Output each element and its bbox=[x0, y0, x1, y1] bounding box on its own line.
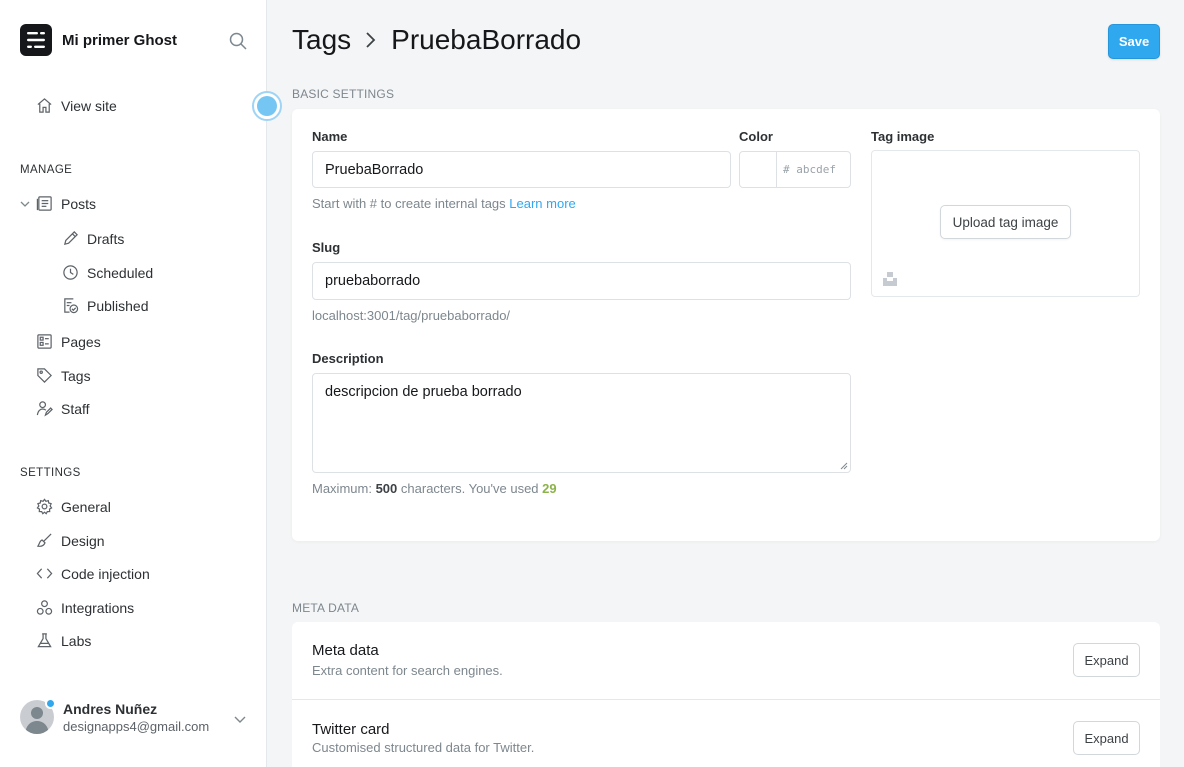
tag-icon bbox=[37, 368, 52, 383]
color-swatch[interactable] bbox=[740, 152, 777, 187]
sidebar: Mi primer Ghost View site MANAGE Posts D… bbox=[0, 0, 282, 767]
name-input[interactable]: PruebaBorrado bbox=[312, 151, 731, 188]
slug-url: localhost:3001/tag/pruebaborrado/ bbox=[312, 308, 511, 323]
basic-settings-heading: BASIC SETTINGS bbox=[292, 87, 395, 101]
user-menu[interactable]: Andres Nuñez designapps4@gmail.com bbox=[20, 698, 250, 734]
breadcrumb: Tags PruebaBorrado bbox=[292, 24, 581, 56]
nav-integrations[interactable]: Integrations bbox=[36, 599, 134, 616]
nav-scheduled-label: Scheduled bbox=[87, 264, 154, 281]
meta-row-title: Meta data bbox=[312, 642, 379, 659]
chevron-down-icon[interactable] bbox=[233, 712, 247, 726]
nav-tags-label: Tags bbox=[61, 367, 91, 384]
user-email: designapps4@gmail.com bbox=[63, 718, 210, 734]
nav-pages[interactable]: Pages bbox=[36, 333, 101, 350]
meta-data-expand-button[interactable]: Expand bbox=[1073, 643, 1140, 677]
search-icon[interactable] bbox=[229, 32, 247, 50]
meta-data-card: Meta data Extra content for search engin… bbox=[292, 622, 1160, 767]
nav-view-site-label: View site bbox=[61, 97, 117, 114]
meta-row-subtitle: Customised structured data for Twitter. bbox=[312, 740, 535, 755]
nav-staff[interactable]: Staff bbox=[36, 400, 90, 417]
staff-icon bbox=[36, 401, 53, 417]
twitter-card-expand-button[interactable]: Expand bbox=[1073, 721, 1140, 755]
meta-data-heading: META DATA bbox=[292, 601, 360, 615]
home-icon bbox=[37, 98, 52, 113]
twitter-card-row: Twitter card Customised structured data … bbox=[292, 699, 1160, 767]
name-label: Name bbox=[312, 129, 348, 144]
nav-design[interactable]: Design bbox=[36, 532, 105, 549]
brush-icon bbox=[36, 533, 52, 547]
nav-code-injection[interactable]: Code injection bbox=[36, 565, 150, 582]
nav-code-injection-label: Code injection bbox=[61, 565, 150, 582]
chevron-right-icon bbox=[366, 32, 376, 48]
nav-integrations-label: Integrations bbox=[61, 599, 135, 616]
slug-input-value: pruebaborrado bbox=[325, 273, 421, 289]
nav-pages-label: Pages bbox=[61, 333, 101, 350]
slug-label: Slug bbox=[312, 240, 341, 255]
pencil-icon bbox=[63, 231, 78, 246]
slug-input[interactable]: pruebaborrado bbox=[312, 262, 851, 300]
name-hint: Start with # to create internal tags Lea… bbox=[312, 196, 576, 211]
gear-icon bbox=[36, 498, 53, 515]
description-textarea[interactable]: descripcion de prueba borrado bbox=[312, 373, 851, 473]
nav-posts[interactable]: Posts bbox=[36, 195, 96, 212]
color-label: Color bbox=[739, 129, 773, 144]
nav-labs-label: Labs bbox=[61, 632, 92, 649]
basic-settings-card: Name PruebaBorrado Start with # to creat… bbox=[292, 109, 1160, 541]
nav-drafts[interactable]: Drafts bbox=[62, 230, 124, 247]
site-title: Mi primer Ghost bbox=[62, 31, 178, 49]
tag-image-label: Tag image bbox=[871, 129, 935, 144]
nav-staff-label: Staff bbox=[61, 400, 90, 417]
name-input-value: PruebaBorrado bbox=[325, 161, 424, 178]
upload-tag-image-button[interactable]: Upload tag image bbox=[940, 205, 1071, 239]
tag-image-dropzone[interactable]: Upload tag image bbox=[871, 150, 1140, 297]
unsplash-icon[interactable] bbox=[883, 272, 897, 286]
description-label: Description bbox=[312, 351, 384, 366]
meta-data-row: Meta data Extra content for search engin… bbox=[292, 622, 1160, 700]
code-icon bbox=[36, 568, 53, 579]
meta-row-subtitle: Extra content for search engines. bbox=[312, 663, 503, 678]
description-value: descripcion de prueba borrado bbox=[325, 384, 522, 400]
brand[interactable]: Mi primer Ghost bbox=[20, 24, 177, 56]
nav-drafts-label: Drafts bbox=[87, 230, 125, 247]
integrations-icon bbox=[36, 600, 53, 615]
learn-more-link[interactable]: Learn more bbox=[509, 196, 575, 211]
published-icon bbox=[64, 298, 79, 314]
resize-handle-icon[interactable] bbox=[840, 462, 848, 470]
flask-icon bbox=[37, 633, 52, 648]
ghost-logo-icon bbox=[20, 24, 52, 56]
main-content: Tags PruebaBorrado Save BASIC SETTINGS N… bbox=[268, 0, 1184, 767]
nav-general[interactable]: General bbox=[36, 498, 111, 515]
chevron-down-icon[interactable] bbox=[19, 198, 31, 210]
settings-section-label: SETTINGS bbox=[20, 467, 81, 479]
user-name: Andres Nuñez bbox=[63, 700, 158, 717]
nav-posts-label: Posts bbox=[61, 195, 97, 212]
manage-section-label: MANAGE bbox=[20, 164, 73, 176]
color-placeholder: # abcdef bbox=[783, 163, 836, 176]
clock-icon bbox=[63, 265, 78, 280]
nav-tags[interactable]: Tags bbox=[36, 367, 91, 384]
color-input[interactable]: # abcdef bbox=[739, 151, 851, 188]
posts-icon bbox=[36, 196, 52, 211]
nav-design-label: Design bbox=[61, 532, 105, 549]
pages-icon bbox=[37, 334, 52, 349]
save-button[interactable]: Save bbox=[1108, 24, 1160, 59]
nav-published[interactable]: Published bbox=[62, 297, 149, 314]
nav-scheduled[interactable]: Scheduled bbox=[62, 264, 153, 281]
online-indicator bbox=[45, 698, 56, 709]
nav-view-site[interactable]: View site bbox=[36, 97, 117, 114]
meta-row-title: Twitter card bbox=[312, 721, 390, 738]
breadcrumb-tags-link[interactable]: Tags bbox=[292, 24, 351, 56]
description-char-count: Maximum: 500 characters. You've used 29 bbox=[312, 481, 557, 496]
nav-published-label: Published bbox=[87, 297, 149, 314]
nav-general-label: General bbox=[61, 498, 111, 515]
page-title: PruebaBorrado bbox=[391, 24, 582, 55]
nav-labs[interactable]: Labs bbox=[36, 632, 91, 649]
